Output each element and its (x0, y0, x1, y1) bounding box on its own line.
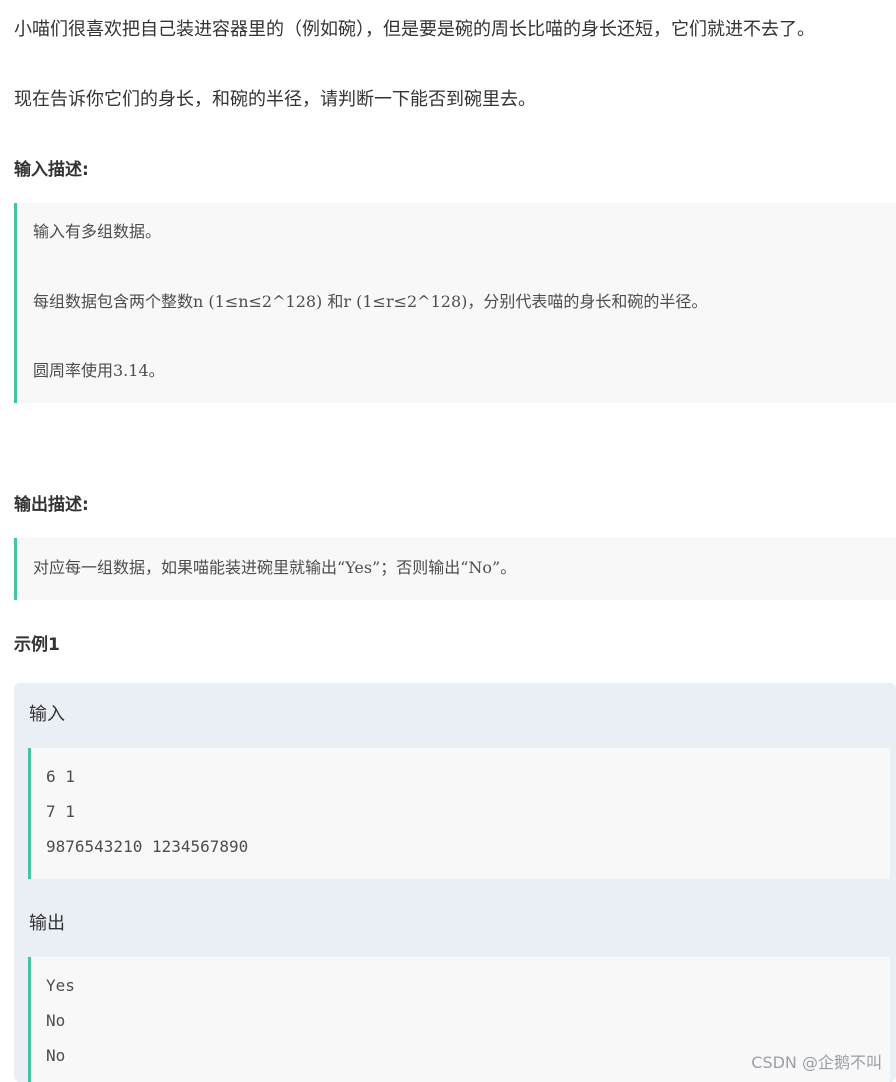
intro-paragraph-1: 小喵们很喜欢把自己装进容器里的（例如碗），但是要是碗的周长比喵的身长还短，它们就… (14, 19, 815, 40)
output-description-line: 对应每一组数据，如果喵能装进碗里就输出“Yes”；否则输出“No”。 (33, 558, 517, 577)
input-description-heading: 输入描述: (14, 160, 89, 180)
example-output-label: 输出 (29, 913, 65, 934)
input-description-line: 圆周率使用3.14。 (33, 361, 165, 380)
example-input-label: 输入 (29, 704, 65, 725)
input-description-block: 输入有多组数据。 每组数据包含两个整数n (1≤n≤2^128) 和r (1≤r… (14, 203, 896, 403)
example-box: 输入 6 1 7 1 9876543210 1234567890 输出 Yes … (14, 683, 896, 1082)
example-input-code: 6 1 7 1 9876543210 1234567890 (28, 748, 890, 879)
example-heading: 示例1 (14, 635, 60, 655)
code-line: 6 1 (46, 767, 75, 786)
input-description-line: 每组数据包含两个整数n (1≤n≤2^128) 和r (1≤r≤2^128)，分… (33, 292, 708, 311)
code-line: No (46, 1011, 66, 1030)
output-description-heading: 输出描述: (14, 495, 89, 515)
csdn-watermark: CSDN @企鹅不叫 (751, 1053, 882, 1072)
output-description-block: 对应每一组数据，如果喵能装进碗里就输出“Yes”；否则输出“No”。 (14, 538, 896, 600)
input-description-line: 输入有多组数据。 (33, 222, 162, 241)
code-line: 7 1 (46, 802, 75, 821)
code-line: Yes (46, 976, 75, 995)
code-line: No (46, 1046, 66, 1065)
code-line: 9876543210 1234567890 (46, 837, 249, 856)
intro-paragraph-2: 现在告诉你它们的身长，和碗的半径，请判断一下能否到碗里去。 (14, 89, 536, 110)
